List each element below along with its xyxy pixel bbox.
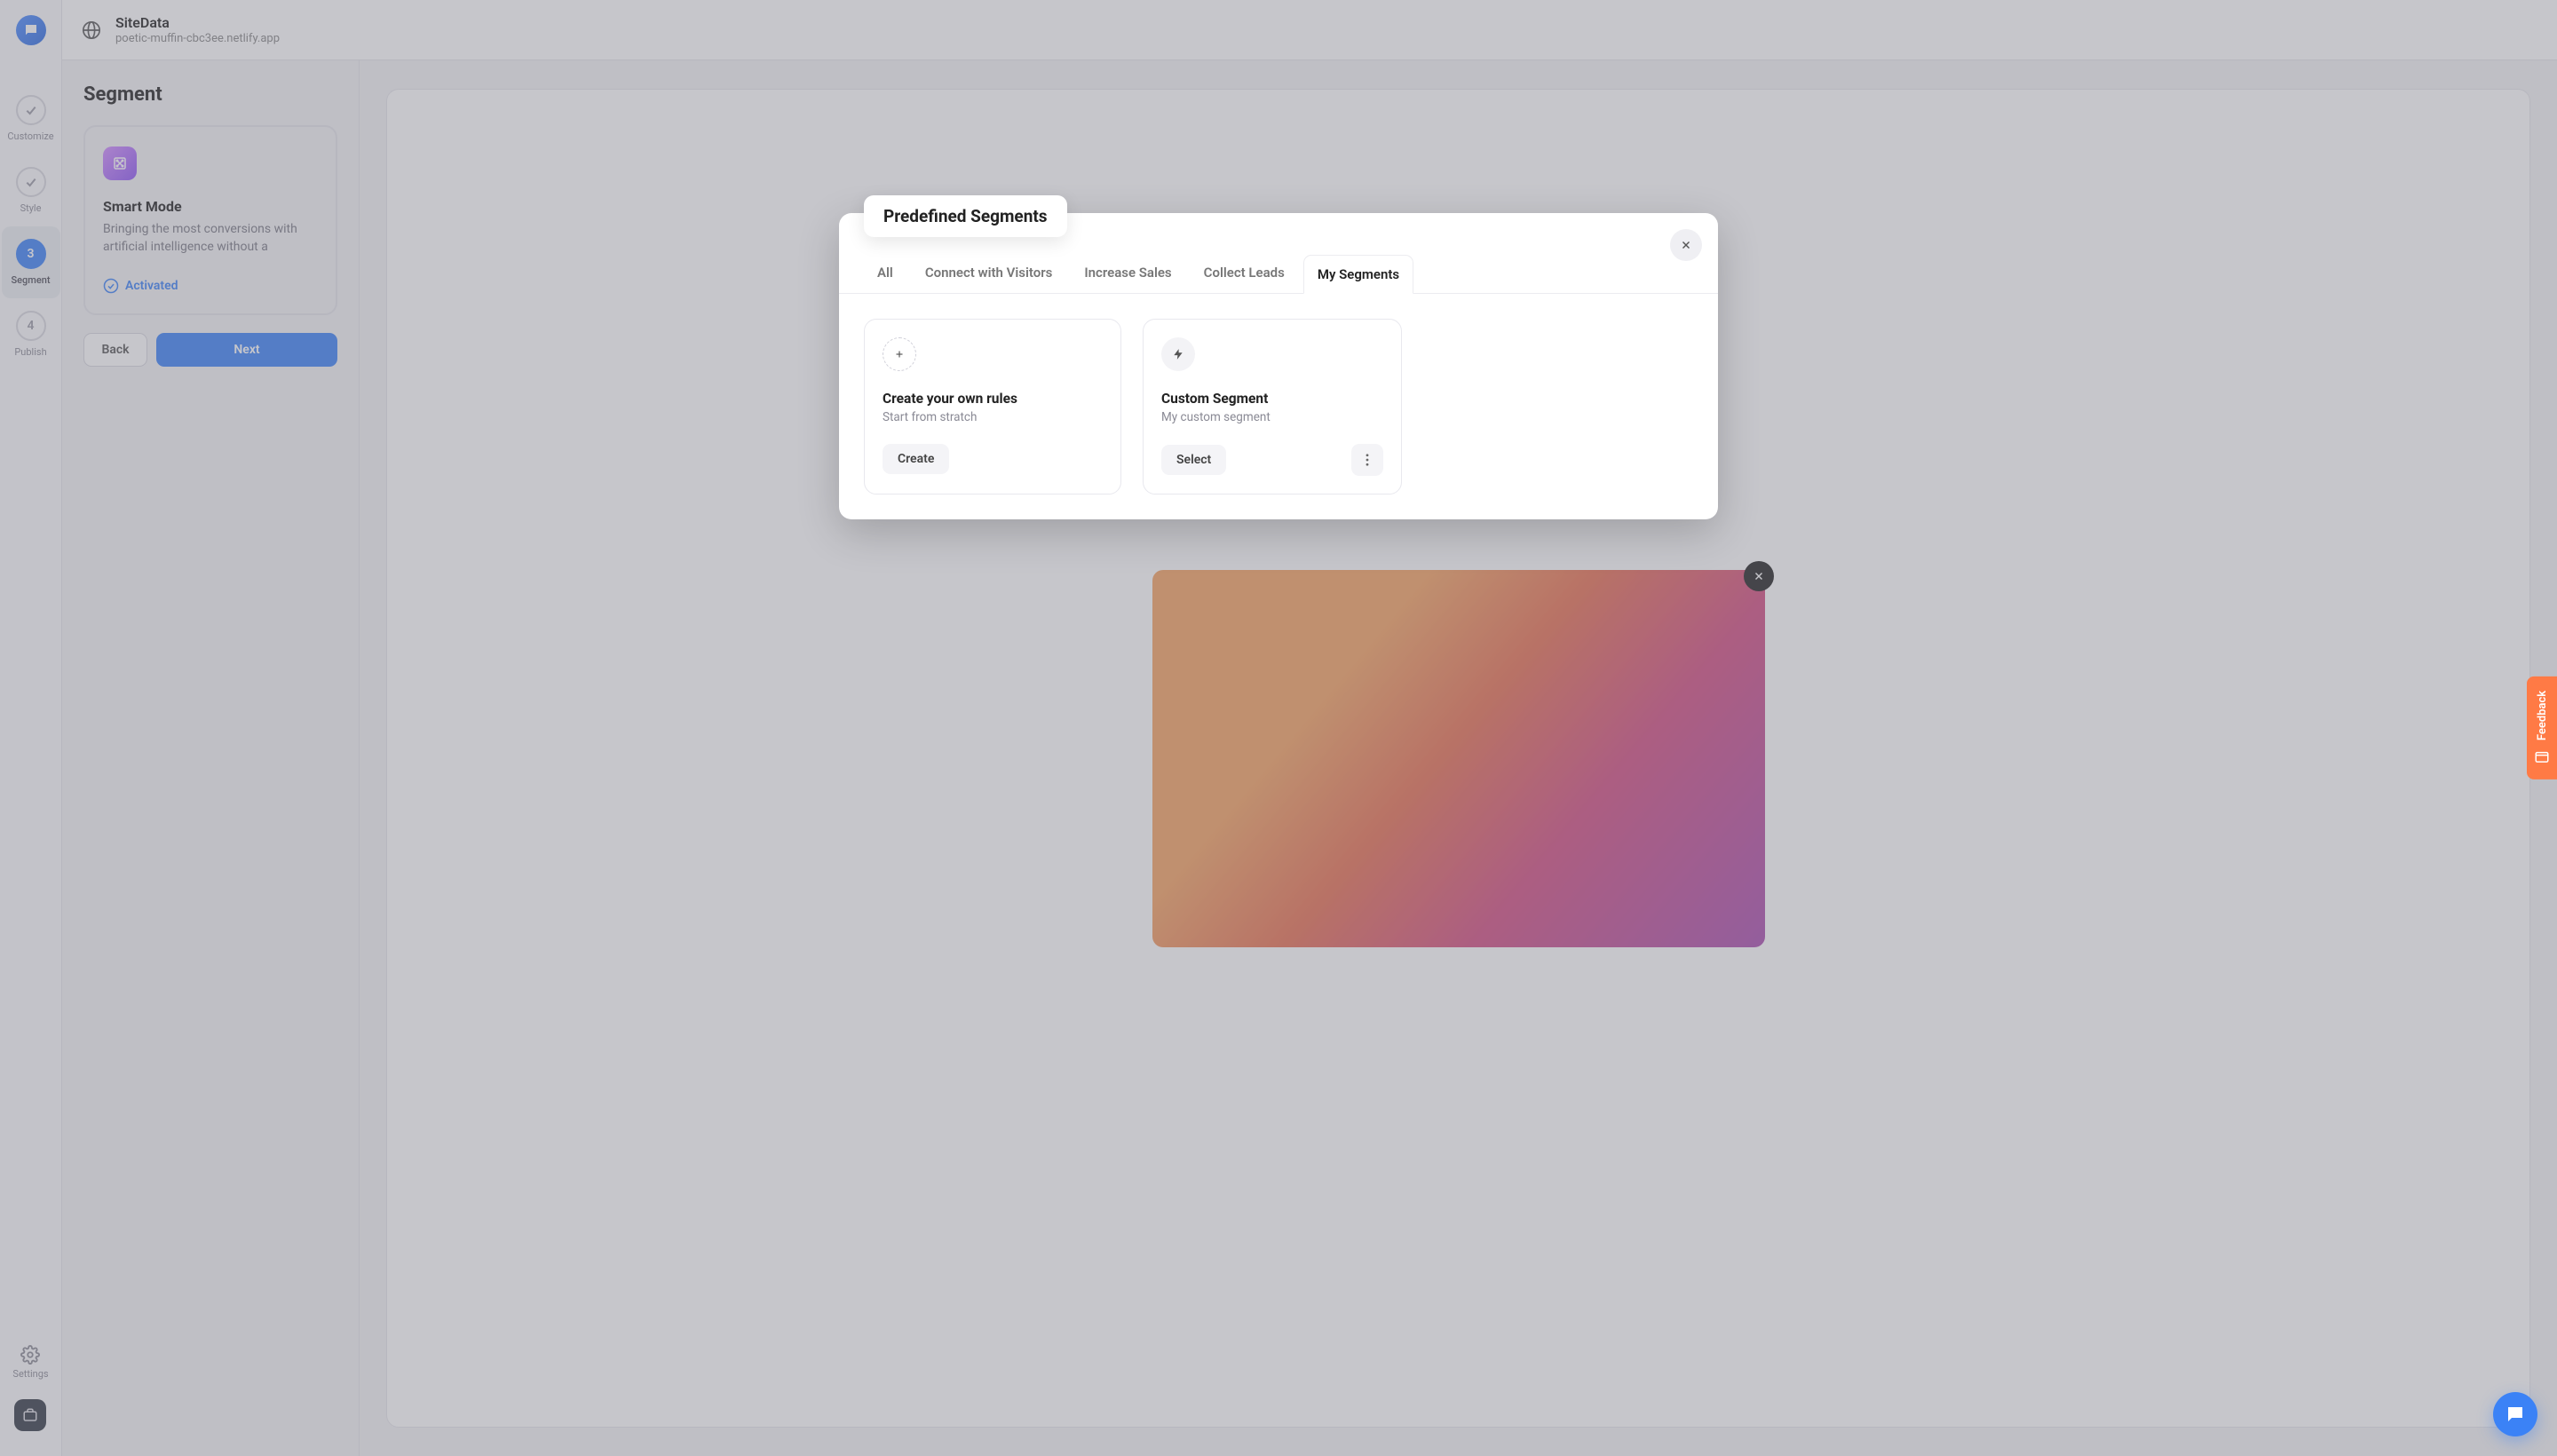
bolt-icon [1161,337,1195,371]
plus-circle-icon [883,337,916,371]
modal-title: Predefined Segments [864,195,1067,237]
select-button[interactable]: Select [1161,445,1226,475]
card-title: Custom Segment [1161,391,1383,407]
tab-my-segments[interactable]: My Segments [1303,255,1413,294]
feedback-icon [2534,749,2550,765]
chat-icon [2505,1404,2526,1425]
tab-increase-sales[interactable]: Increase Sales [1071,254,1184,293]
tab-all[interactable]: All [864,254,906,293]
card-subtitle: Start from stratch [883,410,1103,424]
card-title: Create your own rules [883,391,1103,407]
more-options-button[interactable] [1351,444,1383,476]
chat-launcher[interactable] [2493,1392,2537,1436]
modal-close-button[interactable] [1670,229,1702,261]
close-icon [1680,239,1692,251]
custom-segment-card: Custom Segment My custom segment Select [1143,319,1402,495]
feedback-tab[interactable]: Feedback [2527,677,2557,779]
tab-collect-leads[interactable]: Collect Leads [1191,254,1298,293]
modal-body: Create your own rules Start from stratch… [839,294,1718,519]
feedback-label: Feedback [2536,691,2549,740]
create-button[interactable]: Create [883,444,949,474]
card-subtitle: My custom segment [1161,410,1383,424]
dots-vertical-icon [1366,454,1369,466]
segments-modal: Predefined Segments All Connect with Vis… [839,213,1718,519]
tab-connect-visitors[interactable]: Connect with Visitors [912,254,1066,293]
create-rules-card: Create your own rules Start from stratch… [864,319,1121,495]
